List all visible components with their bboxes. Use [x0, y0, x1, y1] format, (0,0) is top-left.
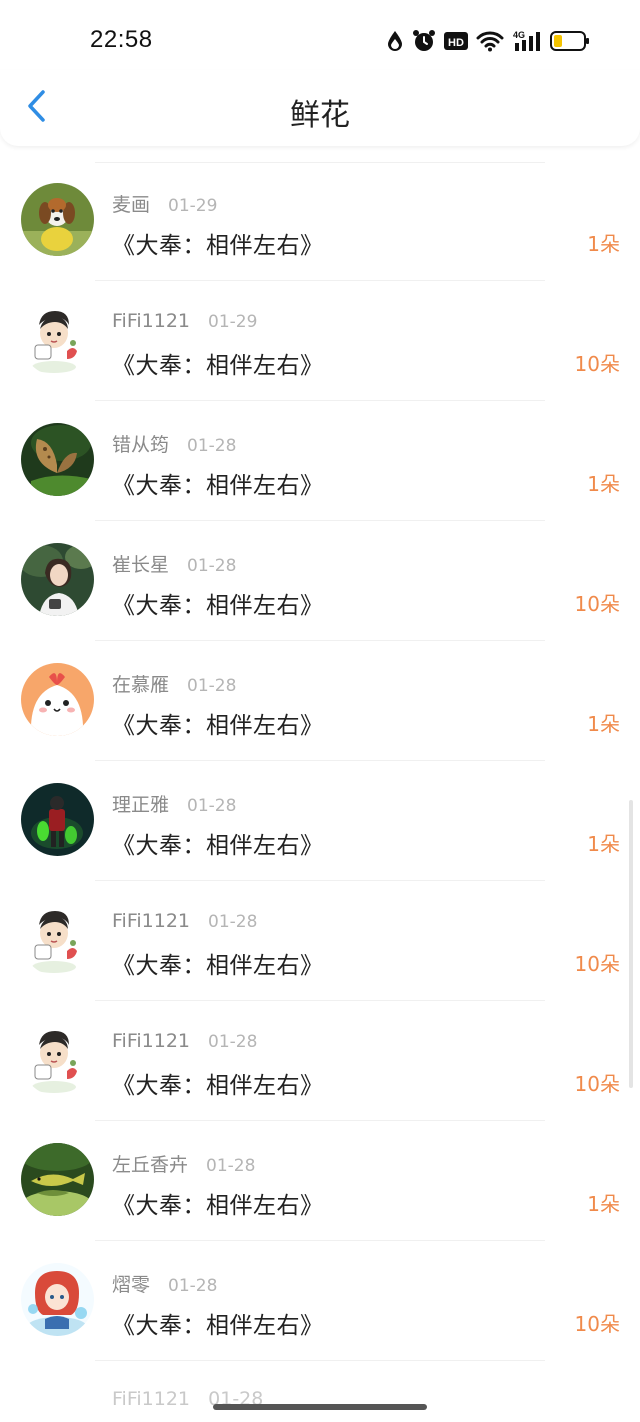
flower-amount: 10朵: [574, 592, 620, 616]
flower-amount: 10朵: [574, 1072, 620, 1096]
book-title: 《大奉：相伴左右》: [112, 833, 324, 859]
hd-icon: HD: [444, 31, 468, 51]
date-label: 01-28: [206, 1156, 256, 1176]
list-item[interactable]: FiFi1121 01-29 《大奉：相伴左右》 10朵: [0, 282, 640, 402]
user-name: 麦画: [112, 194, 151, 216]
list-item[interactable]: 熠零 01-28 《大奉：相伴左右》 10朵: [0, 1242, 640, 1362]
status-icons: HD 4G: [386, 28, 590, 54]
flower-amount: 10朵: [574, 352, 620, 376]
battery-icon: [550, 30, 590, 52]
user-name: FiFi1121: [112, 910, 191, 932]
status-time: 22:58: [90, 26, 153, 53]
list-item[interactable]: 左丘香卉 01-28 《大奉：相伴左右》 1朵: [0, 1122, 640, 1242]
date-label: 01-28: [208, 912, 258, 932]
header-bar: 鲜花: [0, 70, 640, 146]
book-title: 《大奉：相伴左右》: [112, 593, 324, 619]
screen: 22:58 HD 4G 鲜花 麦画 01-29 《大奉：相伴左右》 1朵 FiF…: [0, 0, 640, 1422]
list-item[interactable]: 崔长星 01-28 《大奉：相伴左右》 10朵: [0, 522, 640, 642]
date-label: 01-28: [187, 676, 237, 696]
book-title: 《大奉：相伴左右》: [112, 953, 324, 979]
date-label: 01-29: [168, 196, 218, 216]
flower-amount: 1朵: [587, 232, 620, 256]
user-name: 理正雅: [112, 794, 170, 816]
date-label: 01-28: [187, 556, 237, 576]
date-label: 01-28: [187, 436, 237, 456]
flower-gift-list: 麦画 01-29 《大奉：相伴左右》 1朵 FiFi1121 01-29 《大奉…: [0, 162, 640, 1362]
user-name: 熠零: [112, 1274, 151, 1296]
book-title: 《大奉：相伴左右》: [112, 1193, 324, 1219]
cartoon-boy-avatar[interactable]: [21, 903, 94, 976]
flower-amount: 10朵: [574, 1312, 620, 1336]
flower-amount: 1朵: [587, 712, 620, 736]
cartoon-bunny-avatar[interactable]: [21, 663, 94, 736]
flower-amount: 1朵: [587, 832, 620, 856]
list-item[interactable]: 在慕雁 01-28 《大奉：相伴左右》 1朵: [0, 642, 640, 762]
network-label: 4G: [513, 30, 525, 40]
book-title: 《大奉：相伴左右》: [112, 353, 324, 379]
girl-photo-avatar[interactable]: [21, 543, 94, 616]
water-drop-icon: [386, 29, 404, 53]
list-item[interactable]: 错从筠 01-28 《大奉：相伴左右》 1朵: [0, 402, 640, 522]
book-title: 《大奉：相伴左右》: [112, 473, 324, 499]
user-name: 错从筠: [112, 434, 170, 456]
list-item-partial[interactable]: FiFi1121 01-28: [0, 1362, 640, 1422]
book-title: 《大奉：相伴左右》: [112, 1313, 324, 1339]
fish-avatar[interactable]: [21, 1143, 94, 1216]
user-name: 左丘香卉: [112, 1154, 189, 1176]
book-title: 《大奉：相伴左右》: [112, 1073, 324, 1099]
flower-amount: 1朵: [587, 472, 620, 496]
date-label: 01-28: [187, 796, 237, 816]
user-name: FiFi1121: [112, 310, 191, 332]
flower-amount: 1朵: [587, 1192, 620, 1216]
wifi-icon: [476, 30, 504, 52]
page-title: 鲜花: [290, 98, 350, 133]
hd-label: HD: [448, 37, 464, 49]
game-hero-avatar[interactable]: [21, 783, 94, 856]
user-name: FiFi1121: [112, 1030, 191, 1052]
user-name: 在慕雁: [112, 674, 170, 696]
signal-4g-icon: 4G: [512, 29, 542, 53]
date-label: 01-29: [208, 312, 258, 332]
anime-girl-avatar[interactable]: [21, 1263, 94, 1336]
list-item[interactable]: 理正雅 01-28 《大奉：相伴左右》 1朵: [0, 762, 640, 882]
list-item[interactable]: FiFi1121 01-28 《大奉：相伴左右》 10朵: [0, 882, 640, 1002]
home-indicator[interactable]: [213, 1404, 427, 1410]
date-label: 01-28: [168, 1276, 218, 1296]
date-label: 01-28: [208, 1032, 258, 1052]
dog-avatar[interactable]: [21, 183, 94, 256]
scrollbar[interactable]: [629, 800, 633, 1088]
user-name: 崔长星: [112, 554, 170, 576]
list-item[interactable]: FiFi1121 01-28 《大奉：相伴左右》 10朵: [0, 1002, 640, 1122]
butterfly-avatar[interactable]: [21, 423, 94, 496]
cartoon-boy-avatar[interactable]: [21, 303, 94, 376]
flower-amount: 10朵: [574, 952, 620, 976]
alarm-icon: [412, 29, 436, 53]
list-item[interactable]: 麦画 01-29 《大奉：相伴左右》 1朵: [0, 162, 640, 282]
status-bar: 22:58 HD 4G: [0, 0, 640, 80]
cartoon-boy-avatar[interactable]: [21, 1023, 94, 1096]
book-title: 《大奉：相伴左右》: [112, 233, 324, 259]
book-title: 《大奉：相伴左右》: [112, 713, 324, 739]
